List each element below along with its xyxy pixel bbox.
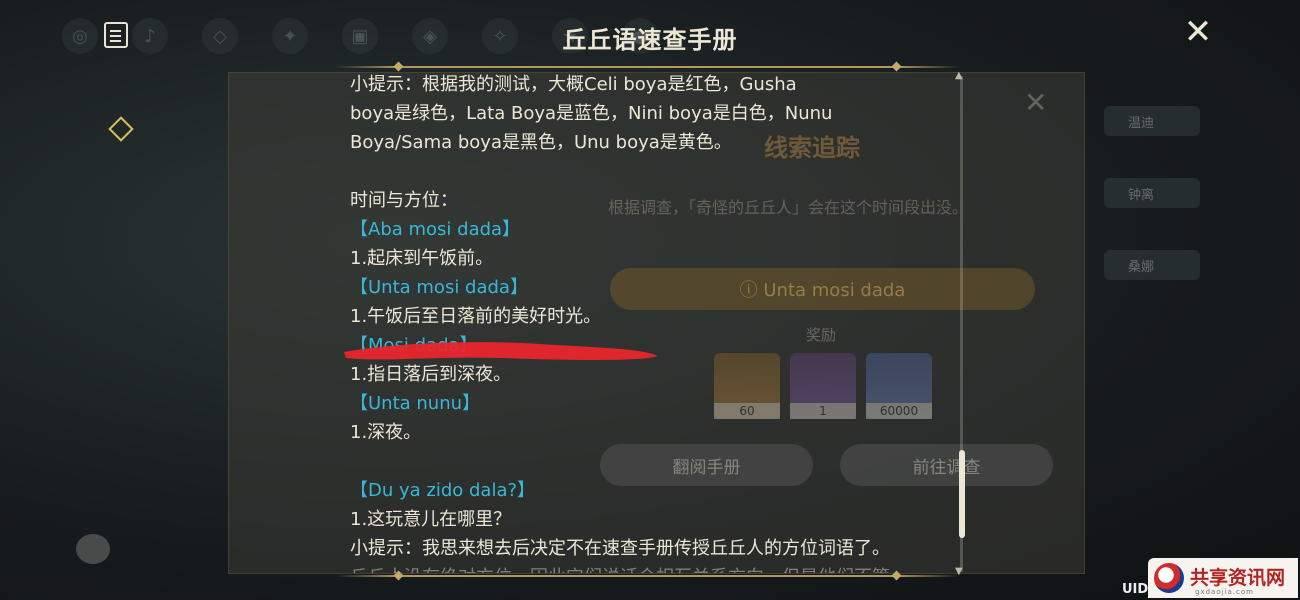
- handbook-content[interactable]: 小提示：根据我的测试，大概Celi boya是红色，Gusha boya是绿色，…: [350, 68, 950, 573]
- scrollbar-thumb[interactable]: [959, 450, 965, 538]
- party-member: 桑娜: [1104, 250, 1200, 280]
- tip-text: 小提示：我思来想去后决定不在速查手册传授丘丘人的方位词语了。: [350, 538, 890, 559]
- watermark-subtext: gxdaojia.com: [1195, 588, 1254, 596]
- term-heading: 【Aba mosi dada】: [350, 219, 521, 240]
- tip-text: Boya/Sama boya是黑色，Unu boya是黄色。: [350, 132, 732, 153]
- term-definition: 1.起床到午饭前。: [350, 248, 494, 269]
- term-definition: 1.这玩意儿在哪里？: [350, 509, 512, 530]
- quest-marker-icon: [108, 116, 134, 142]
- tip-text-cutoff: 丘丘人没有绝对方位，因此它们说话会相互关系方向，但是他们不管: [350, 563, 950, 573]
- bottom-divider: [335, 575, 960, 577]
- section-heading: 时间与方位：: [350, 190, 458, 211]
- watermark-logo-icon: [1154, 563, 1184, 593]
- party-side-list: 温迪 钟离 桑娜: [1104, 106, 1200, 280]
- term-heading: 【Unta nunu】: [350, 393, 481, 414]
- page-title: 丘丘语速查手册: [562, 26, 738, 54]
- term-definition: 1.午饭后至日落前的美好时光。: [350, 306, 602, 327]
- watermark-text: 共享资讯网: [1190, 567, 1286, 589]
- tip-text: boya是绿色，Lata Boya是蓝色，Nini boya是白色，Nunu: [350, 103, 833, 124]
- term-heading: 【Du ya zido dala?】: [350, 480, 536, 501]
- term-heading: 【Unta mosi dada】: [350, 277, 528, 298]
- handbook-header: 丘丘语速查手册 ✕: [0, 0, 1300, 70]
- party-member: 钟离: [1104, 178, 1200, 208]
- scroll-down-arrow-icon[interactable]: ▼: [955, 566, 963, 577]
- scroll-up-arrow-icon[interactable]: ▲: [955, 70, 963, 81]
- chat-icon: [76, 534, 110, 564]
- close-icon[interactable]: ✕: [1180, 14, 1216, 50]
- tip-text: 小提示：根据我的测试，大概Celi boya是红色，Gusha: [350, 74, 797, 95]
- term-definition: 1.深夜。: [350, 422, 422, 443]
- clue-panel-close-icon: ✕: [1024, 86, 1048, 119]
- party-member: 温迪: [1104, 106, 1200, 136]
- term-heading-redacted: 【Mosi dada】: [350, 335, 478, 356]
- term-definition: 1.指日落后到深夜。: [350, 364, 512, 385]
